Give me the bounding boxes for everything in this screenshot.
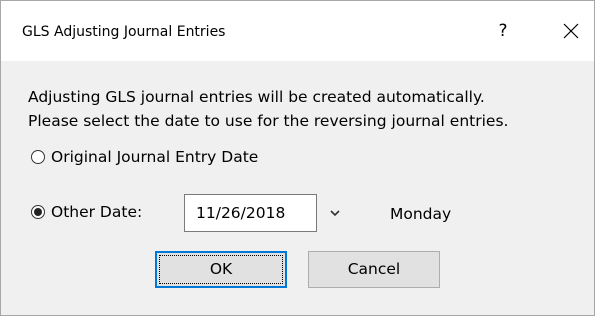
dialog-window: GLS Adjusting Journal Entries ? Adjustin… bbox=[0, 0, 595, 316]
close-icon bbox=[563, 23, 579, 39]
help-button[interactable]: ? bbox=[481, 13, 525, 49]
original-date-option[interactable]: Original Journal Entry Date bbox=[31, 148, 258, 166]
close-button[interactable] bbox=[549, 13, 593, 49]
other-date-label: Other Date: bbox=[51, 203, 143, 221]
other-date-radio[interactable] bbox=[31, 205, 45, 219]
original-date-radio[interactable] bbox=[31, 150, 45, 164]
title-bar: GLS Adjusting Journal Entries ? bbox=[1, 1, 594, 61]
ok-button[interactable]: OK bbox=[155, 251, 287, 288]
date-input[interactable]: 11/26/2018 bbox=[184, 194, 317, 232]
original-date-label: Original Journal Entry Date bbox=[51, 148, 259, 166]
weekday-label: Monday bbox=[390, 205, 452, 223]
message-line-1: Adjusting GLS journal entries will be cr… bbox=[28, 88, 485, 106]
message-line-2: Please select the date to use for the re… bbox=[28, 112, 509, 130]
chevron-down-icon bbox=[330, 210, 340, 217]
focus-rectangle bbox=[159, 255, 283, 284]
date-dropdown-button[interactable] bbox=[326, 204, 344, 222]
other-date-option[interactable]: Other Date: bbox=[31, 203, 142, 221]
window-title: GLS Adjusting Journal Entries bbox=[22, 24, 226, 40]
cancel-button[interactable]: Cancel bbox=[308, 251, 440, 288]
instruction-message: Adjusting GLS journal entries will be cr… bbox=[28, 85, 508, 133]
